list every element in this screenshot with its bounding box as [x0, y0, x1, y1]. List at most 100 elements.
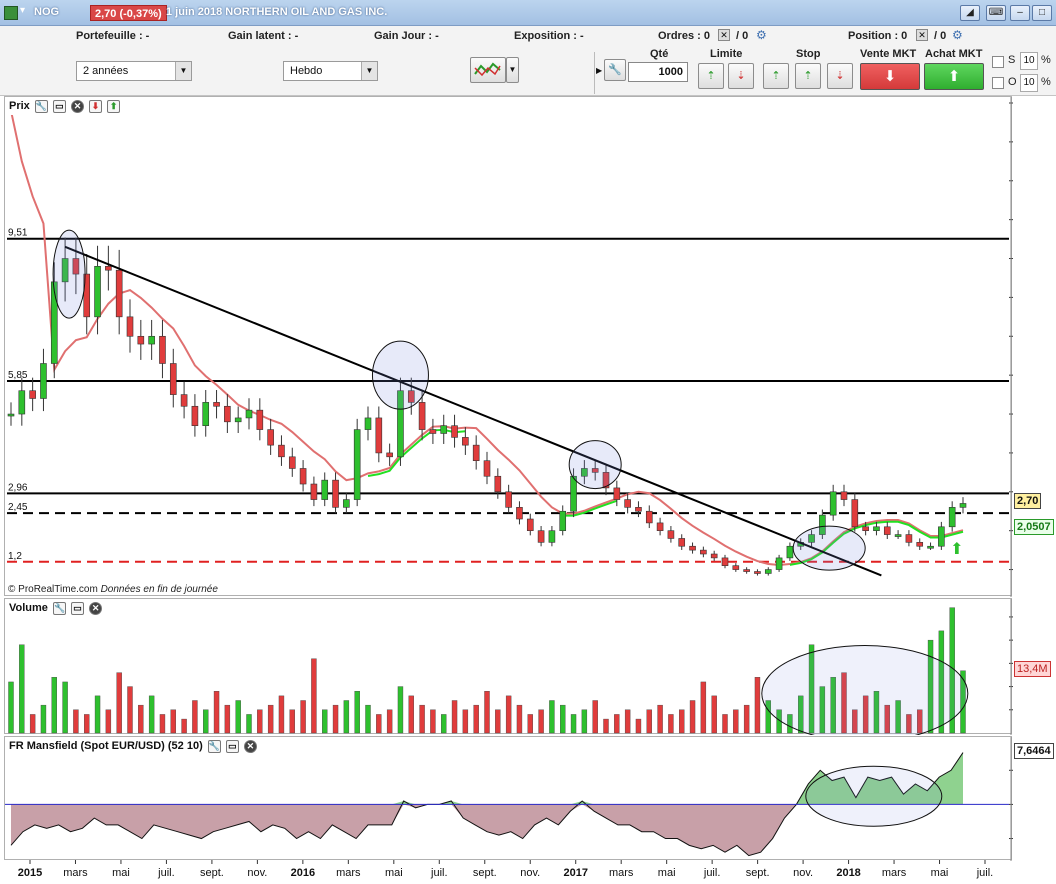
stop-sell-icon[interactable]: ⇣ — [827, 63, 853, 89]
volume-bar — [170, 709, 176, 734]
volume-bar — [51, 677, 57, 734]
candle-body — [29, 390, 36, 399]
candle-body — [429, 429, 437, 434]
volume-bar — [397, 686, 404, 734]
wrench-icon[interactable]: 🔧 — [52, 601, 66, 615]
candle-body — [743, 569, 750, 572]
o-pct-label: % — [1041, 76, 1051, 88]
stop-buy-icon[interactable]: ⇡ — [763, 63, 789, 89]
o-checkbox[interactable] — [992, 77, 1004, 89]
orders-close-icon[interactable]: ✕ — [718, 29, 730, 41]
volume-bar — [19, 644, 25, 734]
trend-line — [64, 245, 882, 577]
candle-body — [786, 545, 794, 559]
candle-body — [180, 394, 188, 407]
candle-body — [775, 557, 783, 570]
limit-sell-icon[interactable]: ⇣ — [728, 63, 754, 89]
volume-chart[interactable]: 25M20M15M10M5000k — [5, 599, 1013, 735]
expand-arrow-icon[interactable]: ▶ — [596, 66, 602, 75]
maximize-button[interactable]: □ — [1032, 5, 1052, 21]
window-icon[interactable]: ▭ — [71, 601, 85, 615]
period-select-value: 2 années — [83, 65, 129, 77]
minimize-button[interactable]: – — [1010, 5, 1030, 21]
sell-market-button[interactable]: ⬇ — [860, 63, 920, 90]
volume-bar — [592, 700, 598, 734]
candle-body — [202, 402, 210, 427]
buy-market-button[interactable]: ⬆ — [924, 63, 984, 90]
limit-buy-icon[interactable]: ⇡ — [698, 63, 724, 89]
position-close-icon[interactable]: ✕ — [916, 29, 928, 41]
credit-source: © ProRealTime.com — [8, 584, 98, 595]
highlight-ellipse — [761, 645, 969, 735]
x-tick-label: nov. — [247, 867, 267, 879]
volume-panel: 25M20M15M10M5000k Volume 🔧 ▭ ✕ — [4, 598, 1013, 735]
wrench-icon[interactable]: 🔧 — [604, 59, 626, 81]
keyboard-icon[interactable]: ⌨ — [986, 5, 1006, 21]
candle-body — [105, 265, 112, 271]
scroll-icon[interactable]: ◢ — [960, 5, 980, 21]
mansfield-chart[interactable]: 50-5 — [5, 737, 1013, 861]
position-gear-icon[interactable]: ⚙ — [952, 28, 963, 42]
portfolio-label: Portefeuille : - — [76, 30, 150, 42]
volume-bar — [743, 704, 750, 734]
volume-bar — [235, 700, 241, 734]
level-label: 1,2 — [8, 551, 22, 562]
close-icon[interactable]: ✕ — [70, 99, 84, 113]
volume-bar — [40, 704, 47, 734]
chevron-down-icon[interactable]: ▼ — [506, 57, 519, 83]
volume-bar — [722, 714, 728, 734]
x-tick-label: sept. — [473, 867, 497, 879]
stop-label: Stop — [796, 48, 821, 60]
volume-bar — [516, 704, 523, 734]
wrench-icon[interactable]: 🔧 — [207, 739, 221, 753]
down-arrow-icon[interactable]: ⬇ — [89, 99, 103, 113]
price-panel-title: Prix — [9, 100, 30, 112]
chevron-down-icon: ▼ — [361, 62, 377, 80]
candle-body — [18, 390, 26, 415]
x-tick-label: juil. — [703, 867, 721, 879]
buy-market-label: Achat MKT — [925, 48, 983, 60]
candle-body — [115, 269, 123, 318]
candle-body — [559, 510, 567, 531]
highlight-ellipse — [52, 229, 86, 319]
period-select[interactable]: 2 années ▼ — [76, 61, 192, 81]
volume-bar — [148, 695, 155, 734]
chevron-down-icon[interactable]: ▾ — [20, 5, 25, 16]
volume-bar — [473, 704, 479, 734]
x-tick-label: 2017 — [563, 867, 587, 879]
candle-body — [137, 335, 145, 345]
candle-body — [840, 491, 848, 500]
candle-body — [873, 526, 880, 531]
chart-indicators-icon[interactable] — [470, 57, 506, 83]
candle-body — [656, 522, 664, 531]
s-checkbox[interactable] — [992, 56, 1004, 68]
price-chart[interactable]: 131211109876543219,515,852,962,451,2⬆ — [5, 97, 1013, 597]
up-arrow-icon[interactable]: ⬆ — [107, 99, 121, 113]
volume-bar — [84, 714, 90, 734]
orders-gear-icon[interactable]: ⚙ — [756, 28, 767, 42]
o-value-field[interactable]: 10 — [1020, 74, 1038, 92]
candle-body — [278, 444, 285, 458]
volume-bar — [635, 718, 642, 734]
window-icon[interactable]: ▭ — [225, 739, 239, 753]
s-value-field[interactable]: 10 — [1020, 52, 1038, 70]
x-tick-label: 2018 — [836, 867, 860, 879]
volume-bar — [419, 704, 425, 734]
app-icon — [4, 6, 18, 20]
volume-bar — [711, 695, 717, 734]
volume-bar — [549, 700, 555, 734]
window-icon[interactable]: ▭ — [52, 99, 66, 113]
volume-panel-header: Volume 🔧 ▭ ✕ — [7, 601, 105, 617]
last-price-tag: 2,70 — [1014, 493, 1042, 510]
close-icon[interactable]: ✕ — [243, 739, 257, 753]
volume-bar — [733, 709, 739, 734]
wrench-icon[interactable]: 🔧 — [34, 99, 48, 113]
close-icon[interactable]: ✕ — [89, 601, 103, 615]
stop-buy-alt-icon[interactable]: ⇡ — [795, 63, 821, 89]
x-tick-label: mai — [658, 867, 676, 879]
interval-select[interactable]: Hebdo ▼ — [283, 61, 378, 81]
s-pct-label: % — [1041, 54, 1051, 66]
quantity-input[interactable]: 1000 — [628, 62, 688, 82]
daily-gain-label: Gain Jour : - — [374, 30, 439, 42]
interval-select-value: Hebdo — [290, 65, 323, 77]
